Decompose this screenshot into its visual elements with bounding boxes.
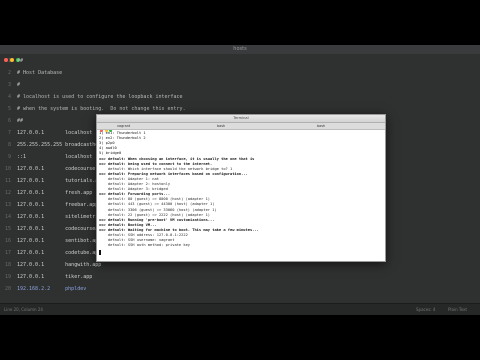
line-number: 6: [7, 118, 11, 124]
terminal-line: ==> default: Preparing network interface…: [99, 171, 248, 176]
terminal-line: ==> default: being used to connect to th…: [99, 161, 213, 166]
code-line[interactable]: # when the system is booting. Do not cha…: [17, 106, 186, 112]
editor-titlebar: hosts: [0, 45, 480, 62]
terminal-line: ==> default: Booting VM...: [99, 222, 157, 227]
code-line[interactable]: 192.168.2.2 phpldev: [17, 286, 86, 292]
code-line[interactable]: 127.0.0.1 tiker.app: [17, 274, 92, 280]
editor-title: hosts: [233, 46, 247, 52]
terminal-line: default: Adapter 3: bridged: [99, 187, 168, 192]
code-line[interactable]: # Host Database: [17, 70, 62, 76]
status-bar: Line 20, Column 24 Spaces: 4 Plain Text: [0, 303, 480, 315]
code-line[interactable]: #: [17, 82, 20, 88]
terminal-cursor: [99, 250, 101, 255]
line-number: 12: [4, 190, 11, 196]
line-number: 10: [4, 166, 11, 172]
terminal-window: Terminal vagrant bash bash 1) en1: Thund…: [96, 114, 386, 262]
line-number: 4: [7, 94, 11, 100]
terminal-line: default: SSH username: vagrant: [99, 238, 175, 243]
code-line[interactable]: ##: [17, 118, 23, 124]
terminal-line: 2) en2: Thunderbolt 2: [99, 136, 146, 141]
line-number: 3: [7, 82, 11, 88]
terminal-line: ==> default: Waiting for machine to boot…: [99, 227, 259, 232]
terminal-line: ==> default: Forwarding ports...: [99, 192, 171, 197]
terminal-line: default: 80 (guest) => 8000 (host) (adap…: [99, 197, 211, 202]
code-line[interactable]: 127.0.0.1 codecourse.app: [17, 166, 107, 172]
line-number: 19: [4, 274, 11, 280]
terminal-title: Terminal: [233, 116, 249, 120]
terminal-line: ==> default: Running 'pre-boot' VM custo…: [99, 217, 215, 222]
code-line[interactable]: 127.0.0.1 fresh.app: [17, 190, 92, 196]
terminal-line: default: Adapter 1: nat: [99, 176, 159, 181]
line-number: 11: [4, 178, 11, 184]
terminal-line: 3) p2p0: [99, 141, 115, 146]
status-position: Line 20, Column 24: [4, 307, 43, 312]
terminal-tab[interactable]: vagrant: [117, 124, 130, 128]
terminal-titlebar: Terminal: [97, 115, 385, 132]
code-line[interactable]: 127.0.0.1 freebar.app: [17, 202, 98, 208]
status-indentation[interactable]: Spaces: 4: [416, 307, 435, 312]
line-number: 1: [7, 58, 11, 64]
terminal-line: default: 443 (guest) => 44300 (host) (ad…: [99, 202, 215, 207]
terminal-line: default: SSH auth method: private key: [99, 243, 191, 248]
terminal-line: 1) en1: Thunderbolt 1: [99, 131, 146, 135]
line-number: 18: [4, 262, 11, 268]
line-number: 20: [4, 286, 11, 292]
code-line[interactable]: ::1 localhost: [17, 154, 92, 160]
line-number: 16: [4, 238, 11, 244]
code-line[interactable]: 255.255.255.255 broadcasthost: [17, 142, 104, 148]
terminal-line: default: Which interface should the netw…: [99, 166, 233, 171]
terminal-tab[interactable]: bash: [317, 124, 325, 128]
code-line[interactable]: ##: [17, 58, 23, 64]
terminal-line: 4) awdl0: [99, 146, 117, 151]
status-syntax[interactable]: Plain Text: [448, 307, 467, 312]
code-line[interactable]: 127.0.0.1 hangwith.app: [17, 262, 101, 268]
line-number: 8: [7, 142, 11, 148]
code-line[interactable]: 127.0.0.1 tutorials.app: [17, 178, 104, 184]
line-number: 9: [7, 154, 11, 160]
line-number: 13: [4, 202, 11, 208]
terminal-tab[interactable]: bash: [217, 124, 225, 128]
line-number: 14: [4, 214, 11, 220]
code-line[interactable]: 127.0.0.1 codetube.app: [17, 250, 101, 256]
terminal-tab-bar: vagrant bash bash: [97, 123, 385, 130]
terminal-line: default: Adapter 2: hostonly: [99, 182, 171, 186]
line-number: 2: [7, 70, 11, 76]
line-number: 5: [7, 106, 11, 112]
terminal-line: default: 3306 (guest) => 33060 (host) (a…: [99, 207, 217, 212]
code-line[interactable]: # localhost is used to configure the loo…: [17, 94, 183, 100]
code-line[interactable]: 127.0.0.1 sentibot.app: [17, 238, 101, 244]
line-number: 7: [7, 130, 11, 136]
line-number: 15: [4, 226, 11, 232]
line-number: 17: [4, 250, 11, 256]
terminal-line: 5) bridge0: [99, 151, 122, 156]
terminal-line: ==> default: When choosing an interface,…: [99, 156, 255, 161]
terminal-line: default: SSH address: 127.0.0.1:2222: [99, 233, 188, 237]
terminal-line: default: 22 (guest) => 2222 (host) (adap…: [99, 212, 211, 217]
code-line[interactable]: 127.0.0.1 localhost: [17, 130, 92, 136]
